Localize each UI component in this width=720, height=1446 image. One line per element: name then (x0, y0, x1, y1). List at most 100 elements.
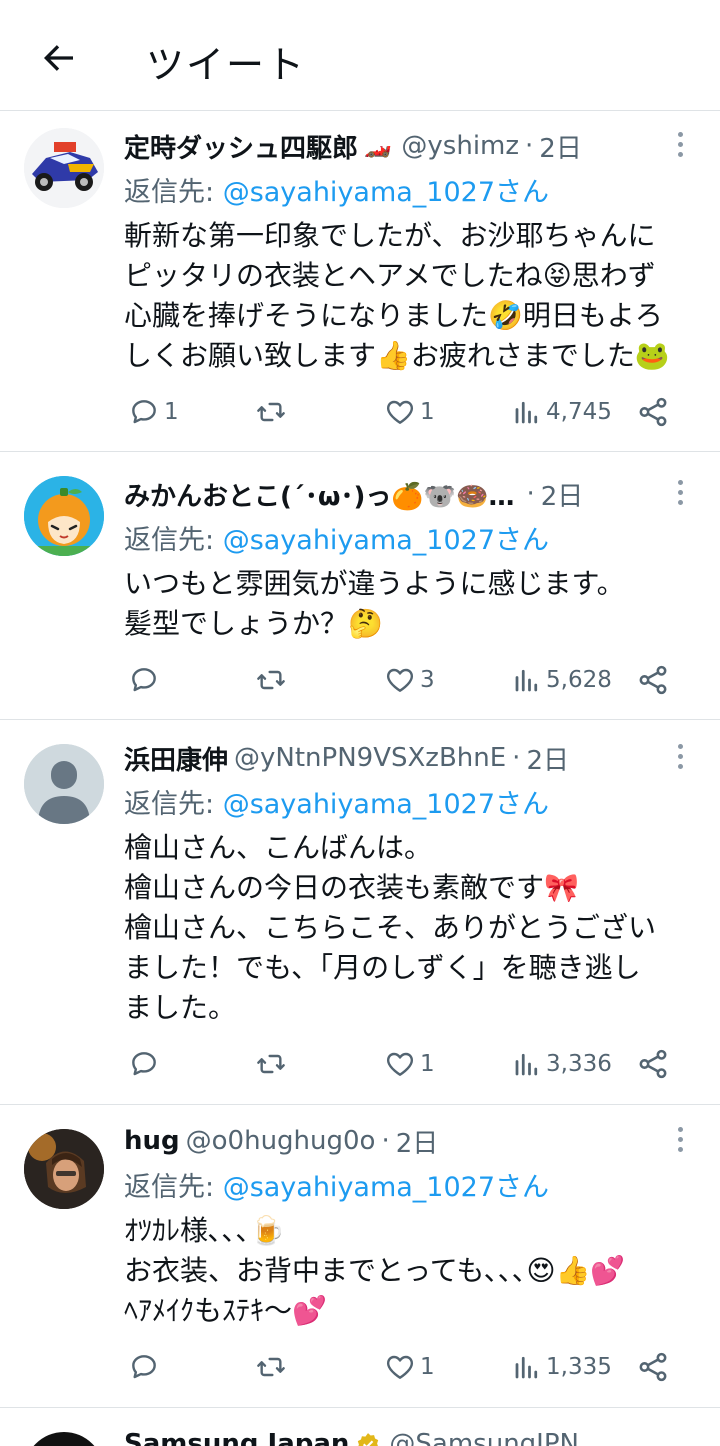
tweet-text-line: ました。 (124, 991, 237, 1024)
reply-mention-link[interactable]: @sayahiyama_1027さん (223, 525, 549, 556)
tweet-text: 檜山さん、こんばんは。 檜山さんの今日の衣装も素敵です🎀 檜山さん、こちらこそ、… (124, 828, 690, 1028)
reply-context: 返信先: @sayahiyama_1027さん (124, 782, 549, 820)
avatar[interactable] (24, 744, 104, 824)
display-name[interactable]: 定時ダッシュ四駆郎 (124, 128, 358, 165)
reply-context: 返信先: @sayahiyama_1027さん (124, 170, 549, 208)
timestamp[interactable]: 2日 (526, 740, 569, 777)
share-icon (639, 1352, 667, 1382)
tweet-text-line: 髪型でしょうか？🤔 (124, 607, 383, 640)
more-options-button[interactable] (668, 474, 692, 510)
avatar[interactable] (24, 1432, 104, 1446)
reply-mention-link[interactable]: @sayahiyama_1027さん (223, 789, 549, 820)
tweet-actions: 1 3,336 (124, 1044, 684, 1084)
display-name[interactable]: Samsung Japan (124, 1429, 349, 1446)
share-icon (639, 1049, 667, 1079)
analytics-icon (515, 1356, 538, 1379)
share-button[interactable] (636, 660, 670, 700)
views-button[interactable]: 1,335 (512, 1347, 612, 1387)
like-count: 3 (420, 667, 435, 693)
reply-mention-link[interactable]: @sayahiyama_1027さん (223, 1172, 549, 1203)
tweet-actions: 3 5,628 (124, 660, 684, 700)
views-button[interactable]: 3,336 (512, 1044, 612, 1084)
reply-button[interactable] (128, 1044, 164, 1084)
retweet-icon (257, 670, 285, 690)
view-count: 1,335 (546, 1354, 612, 1380)
user-handle[interactable]: @SamsungJPN (389, 1429, 579, 1446)
retweet-button[interactable] (254, 660, 288, 700)
reply-mention-link[interactable]: @sayahiyama_1027さん (223, 177, 549, 208)
separator: · (381, 1126, 390, 1156)
heart-icon (386, 1355, 414, 1379)
reply-prefix: 返信先: (124, 525, 223, 556)
like-count: 1 (420, 1354, 435, 1380)
tweet-text-line: いつもと雰囲気が違うように感じます。 (124, 567, 625, 600)
retweet-icon (257, 1357, 285, 1377)
separator: · (525, 131, 534, 161)
reply-count: 1 (164, 399, 179, 425)
views-button[interactable]: 5,628 (512, 660, 612, 700)
heart-icon (386, 668, 414, 692)
share-icon (639, 397, 667, 427)
like-button[interactable]: 1 (384, 392, 435, 432)
tweet[interactable]: hug @o0hughug0o · 2日 返信先: @sayahiyama_10… (0, 1105, 720, 1408)
back-button[interactable] (30, 30, 86, 86)
reply-prefix: 返信先: (124, 1172, 223, 1203)
tweet-text-line: 心臓を捧げそうになりました🤣明日もよろ (124, 299, 663, 332)
tweet-text-line: 檜山さん、こちらこそ、ありがとうござい (124, 911, 657, 944)
timestamp[interactable]: 2日 (539, 128, 582, 165)
avatar[interactable] (24, 128, 104, 208)
tweet[interactable]: みかんおとこ(´･ω･)っ🍊🐨🍩… · 2日 返信先: @sayahiyama_… (0, 452, 720, 720)
reply-button[interactable] (128, 1347, 164, 1387)
arrow-left-icon (44, 45, 73, 71)
retweet-button[interactable] (254, 392, 288, 432)
reply-context: 返信先: @sayahiyama_1027さん (124, 518, 549, 556)
tweet[interactable]: 浜田康伸 @yNtnPN9VSXzBhnE · 2日 返信先: @sayahiy… (0, 720, 720, 1105)
timestamp[interactable]: 2日 (396, 1123, 439, 1160)
more-options-button[interactable] (668, 126, 692, 162)
name-emoji: 🏎️ (364, 133, 392, 159)
analytics-icon (515, 401, 538, 424)
reply-icon (132, 668, 156, 692)
share-button[interactable] (636, 1347, 670, 1387)
reply-prefix: 返信先: (124, 177, 223, 208)
reply-prefix: 返信先: (124, 789, 223, 820)
like-button[interactable]: 1 (384, 1044, 435, 1084)
user-handle[interactable]: @yNtnPN9VSXzBhnE (234, 743, 506, 773)
heart-icon (386, 1052, 414, 1076)
retweet-button[interactable] (254, 1347, 288, 1387)
tweet-text-line: ました！でも、「月のしずく」を聴き逃し (124, 951, 641, 984)
timestamp[interactable]: 2日 (541, 476, 584, 513)
tweet-actions: 1 1 4,745 (124, 392, 684, 432)
avatar[interactable] (24, 476, 104, 556)
avatar[interactable] (24, 1129, 104, 1209)
user-handle[interactable]: @o0hughug0o (186, 1126, 376, 1156)
view-count: 3,336 (546, 1051, 612, 1077)
tweet-text-line: ピッタリの衣装とヘアメでしたね😝思わず (124, 259, 656, 292)
display-name[interactable]: 浜田康伸 (124, 740, 228, 777)
share-button[interactable] (636, 1044, 670, 1084)
tweet[interactable]: 定時ダッシュ四駆郎 🏎️ @yshimz · 2日 返信先: @sayahiya… (0, 112, 720, 452)
reply-button[interactable] (128, 660, 164, 700)
reply-button[interactable]: 1 (128, 392, 179, 432)
verified-badge-icon (358, 1433, 379, 1446)
like-button[interactable]: 3 (384, 660, 435, 700)
display-name[interactable]: みかんおとこ(´･ω･)っ🍊🐨🍩… (124, 476, 514, 513)
more-options-button[interactable] (668, 1121, 692, 1157)
separator: · (526, 479, 535, 509)
tweet-text-line: 檜山さん、こんばんは。 (124, 831, 433, 864)
page-title: ツイート (146, 43, 307, 87)
tweet-text-line: ｵﾂｶﾚ様､､､🍺 (124, 1214, 285, 1247)
like-button[interactable]: 1 (384, 1347, 435, 1387)
tweet[interactable]: Samsung Japan @SamsungJPN (0, 1408, 720, 1446)
retweet-button[interactable] (254, 1044, 288, 1084)
separator: · (512, 743, 521, 773)
display-name[interactable]: hug (124, 1126, 180, 1156)
share-button[interactable] (636, 392, 670, 432)
more-options-button[interactable] (668, 738, 692, 774)
retweet-icon (257, 402, 285, 422)
tweet-text: いつもと雰囲気が違うように感じます。 髪型でしょうか？🤔 (124, 564, 690, 644)
user-handle[interactable]: @yshimz (401, 131, 519, 161)
tweet-text: 斬新な第一印象でしたが、お沙耶ちゃんに ピッタリの衣装とヘアメでしたね😝思わず … (124, 216, 690, 376)
like-count: 1 (420, 399, 435, 425)
views-button[interactable]: 4,745 (512, 392, 612, 432)
